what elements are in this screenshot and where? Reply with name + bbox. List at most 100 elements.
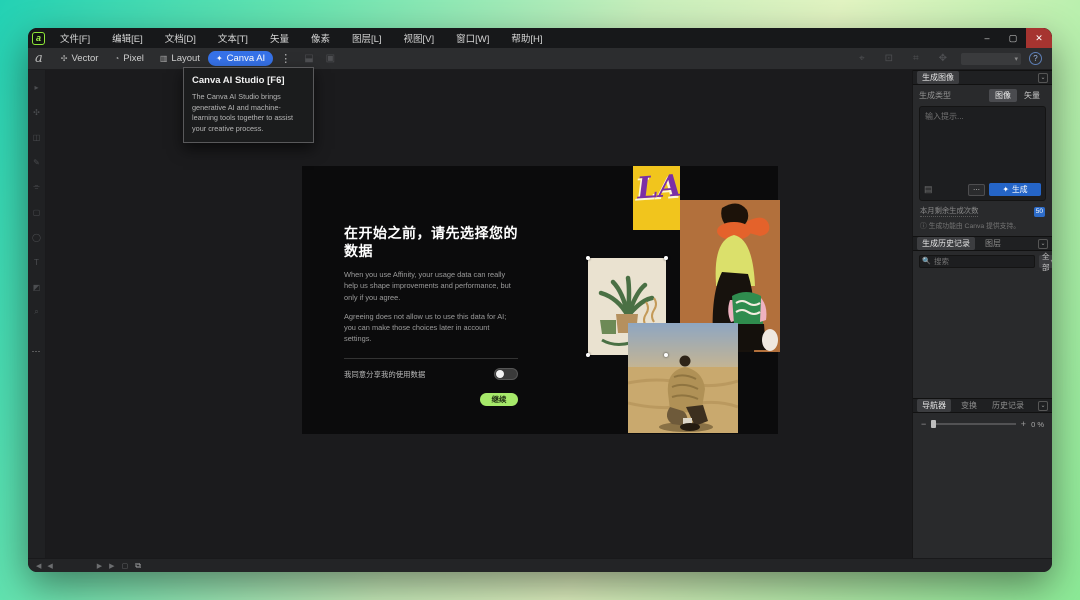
grid-icon[interactable]: ⌗ bbox=[907, 53, 925, 64]
selection-handle[interactable] bbox=[586, 256, 590, 260]
vector-persona-icon: ✣ bbox=[61, 54, 68, 63]
persona-layout-button[interactable]: ▥ Layout bbox=[152, 51, 208, 66]
la-poster-text: LA bbox=[636, 168, 680, 206]
consent-toggle-label: 我同意分享我的使用数据 bbox=[344, 369, 425, 380]
more-tools-button[interactable]: ⋯ bbox=[30, 344, 44, 358]
selection-handle[interactable] bbox=[586, 353, 590, 357]
generation-type-row: 生成类型 图像 矢量 bbox=[913, 85, 1052, 105]
add-image-icon[interactable]: ▤ bbox=[924, 184, 933, 195]
arrange-icon[interactable]: ✥ bbox=[933, 53, 953, 64]
maximize-button[interactable]: ▢ bbox=[1000, 28, 1026, 48]
last-page-icon[interactable]: ▶ bbox=[109, 562, 114, 570]
zoom-value: 0 % bbox=[1031, 420, 1044, 429]
titlebar: a 文件[F] 编辑[E] 文档[D] 文本[T] 矢量 像素 图层[L] 视图… bbox=[28, 28, 1052, 48]
canva-ai-tooltip: Canva AI Studio [F6] The Canva AI Studio… bbox=[183, 67, 314, 143]
menu-edit[interactable]: 编辑[E] bbox=[103, 28, 152, 48]
selection-handle[interactable] bbox=[664, 353, 668, 357]
canva-info-note: ⓘ 生成功能由 Canva 提供支持。 bbox=[913, 217, 1052, 236]
la-poster-artwork[interactable]: LA bbox=[633, 166, 680, 230]
menu-text[interactable]: 文本[T] bbox=[209, 28, 257, 48]
node-tool-icon[interactable]: ✣ bbox=[30, 105, 44, 119]
history-filter-dropdown[interactable]: 全部 ▼ bbox=[1039, 255, 1052, 268]
tab-generation-history[interactable]: 生成历史记录 bbox=[917, 237, 975, 250]
minimize-button[interactable]: – bbox=[974, 28, 1000, 48]
right-panel: 生成图像 ⌄ 生成类型 图像 矢量 ▤ ⋯ ✦ 生成 本月剩余生成次数 50 bbox=[912, 70, 1052, 558]
pages-overview-icon[interactable]: ⧉ bbox=[135, 561, 141, 571]
history-search-row: 🔍 全部 ▼ bbox=[913, 251, 1052, 272]
panel-menu-chevron-icon[interactable]: ⌄ bbox=[1038, 401, 1048, 411]
shape-tool-icon[interactable]: ▢ bbox=[30, 205, 44, 219]
menu-pixel[interactable]: 像素 bbox=[302, 28, 339, 48]
generation-type-label: 生成类型 bbox=[919, 90, 951, 101]
tab-generate-image[interactable]: 生成图像 bbox=[917, 71, 959, 84]
page-nav-next-group: ▶ ▶ ▢ ⧉ bbox=[53, 561, 141, 571]
snapping-icon[interactable]: ⬓ bbox=[298, 53, 319, 64]
toolbar-dropdown[interactable]: ▾ bbox=[961, 53, 1021, 65]
prompt-more-button[interactable]: ⋯ bbox=[968, 184, 985, 196]
pen-tool-icon[interactable]: ✎ bbox=[30, 155, 44, 169]
artboard-tool-icon[interactable]: ◫ bbox=[30, 130, 44, 144]
prompt-footer: ▤ ⋯ ✦ 生成 bbox=[924, 183, 1041, 196]
dialog-title: 在开始之前，请先选择您的数据 bbox=[344, 224, 518, 260]
dialog-paragraph-2: Agreeing does not allow us to use this d… bbox=[344, 311, 518, 344]
persona-pixel-button[interactable]: ◔ Pixel bbox=[106, 51, 151, 66]
menu-view[interactable]: 视图[V] bbox=[395, 28, 444, 48]
panel-menu-chevron-icon[interactable]: ⌄ bbox=[1038, 73, 1048, 83]
history-search-input[interactable] bbox=[919, 255, 1035, 268]
gradient-tool-icon[interactable]: ◩ bbox=[30, 280, 44, 294]
menu-layer[interactable]: 图层[L] bbox=[343, 28, 391, 48]
menu-help[interactable]: 帮助[H] bbox=[502, 28, 551, 48]
zoom-in-button[interactable]: + bbox=[1021, 419, 1026, 429]
zoom-out-button[interactable]: − bbox=[921, 419, 926, 429]
sparkle-icon: ✦ bbox=[216, 54, 223, 63]
menu-vector[interactable]: 矢量 bbox=[261, 28, 298, 48]
panel-menu-chevron-icon[interactable]: ⌄ bbox=[1038, 239, 1048, 249]
type-vector-button[interactable]: 矢量 bbox=[1018, 89, 1046, 102]
pencil-tool-icon[interactable]: ⌯ bbox=[30, 180, 44, 194]
field-photo-artwork[interactable] bbox=[628, 323, 738, 433]
artboard[interactable]: 在开始之前，请先选择您的数据 When you use Affinity, yo… bbox=[302, 166, 778, 434]
first-page-icon[interactable]: ◀ bbox=[36, 562, 41, 570]
type-image-button[interactable]: 图像 bbox=[989, 89, 1017, 102]
more-options-icon[interactable]: ⋮ bbox=[273, 52, 298, 65]
canvas[interactable]: 在开始之前，请先选择您的数据 When you use Affinity, yo… bbox=[46, 70, 912, 558]
persona-layout-label: Layout bbox=[171, 53, 200, 64]
prompt-input[interactable] bbox=[920, 107, 1045, 177]
generate-button[interactable]: ✦ 生成 bbox=[989, 183, 1041, 196]
continue-button[interactable]: 继续 bbox=[480, 393, 518, 406]
add-page-icon[interactable]: ▢ bbox=[122, 562, 129, 570]
menu-file[interactable]: 文件[F] bbox=[51, 28, 99, 48]
persona-vector-button[interactable]: ✣ Vector bbox=[53, 51, 107, 66]
next-page-icon[interactable]: ▶ bbox=[97, 562, 102, 570]
menu-window[interactable]: 窗口[W] bbox=[447, 28, 498, 48]
selection-handle[interactable] bbox=[664, 256, 668, 260]
toolbar-right-group: ⌖ ⊡ ⌗ ✥ ▾ ? bbox=[853, 52, 1052, 65]
menubar: 文件[F] 编辑[E] 文档[D] 文本[T] 矢量 像素 图层[L] 视图[V… bbox=[51, 28, 552, 48]
chevron-down-icon: ▼ bbox=[1050, 259, 1053, 265]
generate-panel-header: 生成图像 ⌄ bbox=[913, 70, 1052, 85]
page-nav-prev-group: ◀ ◀ bbox=[28, 562, 53, 570]
move-tool-icon[interactable]: ▸ bbox=[30, 80, 44, 94]
pixel-persona-icon: ◔ bbox=[114, 54, 119, 63]
app-window: a 文件[F] 编辑[E] 文档[D] 文本[T] 矢量 像素 图层[L] 视图… bbox=[28, 28, 1052, 572]
consent-toggle[interactable] bbox=[494, 368, 518, 380]
menu-document[interactable]: 文档[D] bbox=[156, 28, 205, 48]
consent-toggle-row: 我同意分享我的使用数据 bbox=[344, 358, 518, 380]
assistant-icon[interactable]: ⊡ bbox=[879, 53, 899, 64]
preview-mode-icon[interactable]: ▣ bbox=[320, 53, 341, 64]
tab-history[interactable]: 历史记录 bbox=[987, 399, 1029, 412]
zoom-tool-icon[interactable]: ⌕ bbox=[30, 305, 44, 319]
tab-navigator[interactable]: 导航器 bbox=[917, 399, 951, 412]
zoom-slider-knob[interactable] bbox=[931, 420, 936, 428]
close-button[interactable]: ✕ bbox=[1026, 28, 1052, 48]
help-button[interactable]: ? bbox=[1029, 52, 1042, 65]
quota-label: 本月剩余生成次数 bbox=[920, 206, 978, 217]
zoom-slider[interactable] bbox=[931, 423, 1016, 425]
tab-transform[interactable]: 变换 bbox=[956, 399, 982, 412]
persona-canva-ai-button[interactable]: ✦ Canva AI bbox=[208, 51, 273, 66]
history-filter-value: 全部 bbox=[1042, 251, 1050, 273]
snap-manager-icon[interactable]: ⌖ bbox=[853, 53, 871, 64]
tab-layers[interactable]: 图层 bbox=[980, 237, 1006, 250]
ellipse-tool-icon[interactable]: ◯ bbox=[30, 230, 44, 244]
text-tool-icon[interactable]: T bbox=[30, 255, 44, 269]
